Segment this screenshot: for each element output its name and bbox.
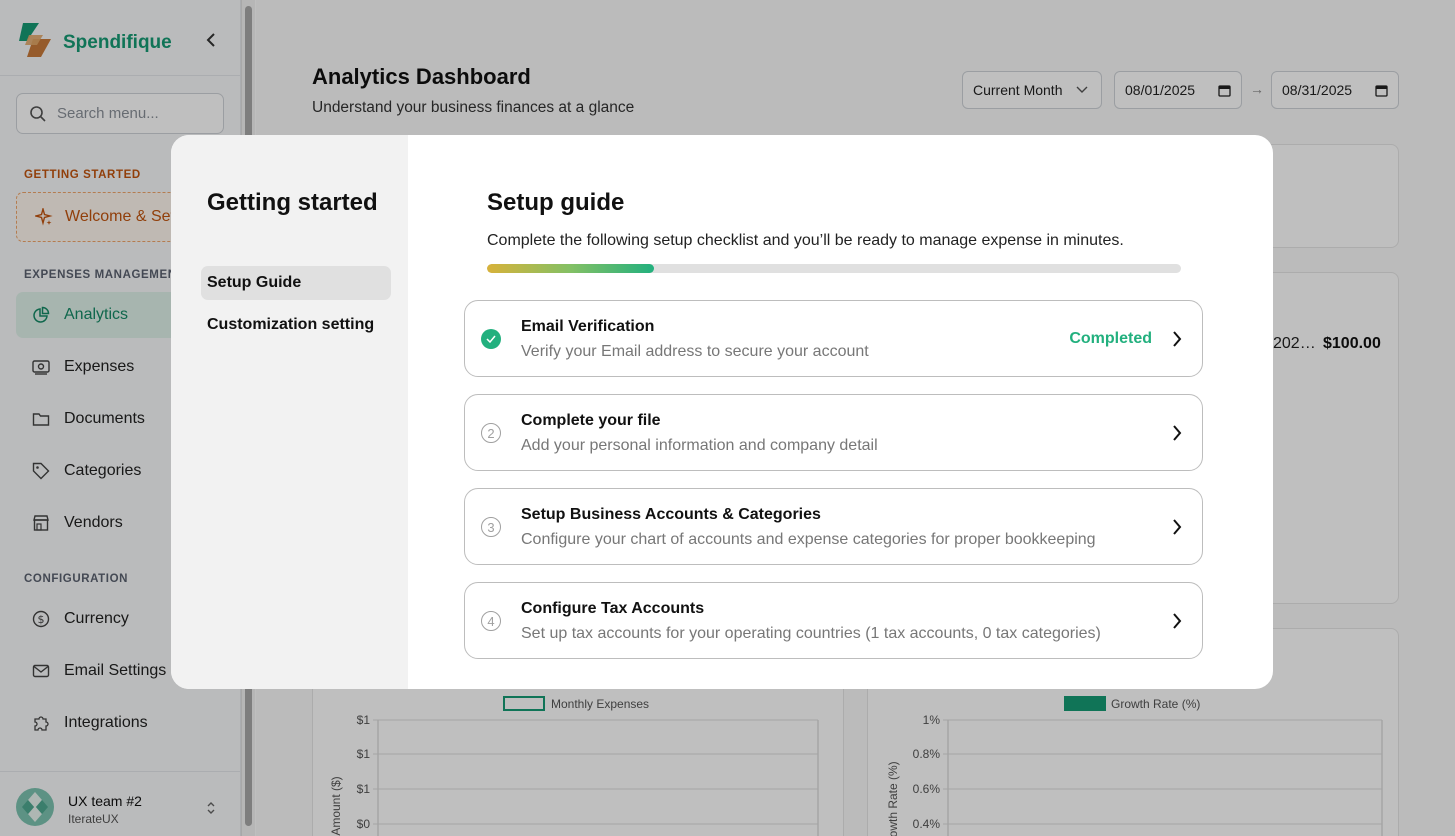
modal-sidebar: Getting started Setup Guide Customizatio…	[171, 135, 408, 689]
setup-progress-fill	[487, 264, 654, 273]
step-title: Configure Tax Accounts	[521, 600, 705, 617]
step-number: 4	[481, 611, 501, 631]
setup-guide-panel: Setup guide Complete the following setup…	[408, 135, 1273, 689]
step-description: Configure your chart of accounts and exp…	[521, 531, 1096, 548]
step-title: Setup Business Accounts & Categories	[521, 506, 821, 523]
step-description: Set up tax accounts for your operating c…	[521, 625, 1101, 642]
step-business-accounts[interactable]: 3 Setup Business Accounts & Categories C…	[464, 488, 1203, 565]
step-description: Add your personal information and compan…	[521, 437, 878, 454]
modal-heading: Getting started	[207, 189, 378, 216]
step-tax-accounts[interactable]: 4 Configure Tax Accounts Set up tax acco…	[464, 582, 1203, 659]
chevron-right-icon	[1173, 425, 1182, 441]
chevron-right-icon	[1173, 519, 1182, 535]
step-complete-file[interactable]: 2 Complete your file Add your personal i…	[464, 394, 1203, 471]
step-number: 3	[481, 517, 501, 537]
step-description: Verify your Email address to secure your…	[521, 343, 869, 360]
chevron-right-icon	[1173, 331, 1182, 347]
check-circle-icon	[481, 329, 501, 349]
guide-description: Complete the following setup checklist a…	[487, 232, 1124, 249]
step-title: Email Verification	[521, 318, 655, 335]
setup-progress-bar	[487, 264, 1181, 273]
step-email-verification[interactable]: Email Verification Verify your Email add…	[464, 300, 1203, 377]
tab-setup-guide[interactable]: Setup Guide	[201, 266, 391, 300]
step-number: 2	[481, 423, 501, 443]
guide-title: Setup guide	[487, 189, 625, 216]
step-title: Complete your file	[521, 412, 661, 429]
step-status: Completed	[1069, 330, 1152, 347]
tab-customization-setting[interactable]: Customization setting	[201, 308, 391, 342]
getting-started-modal: Getting started Setup Guide Customizatio…	[171, 135, 1273, 689]
chevron-right-icon	[1173, 613, 1182, 629]
